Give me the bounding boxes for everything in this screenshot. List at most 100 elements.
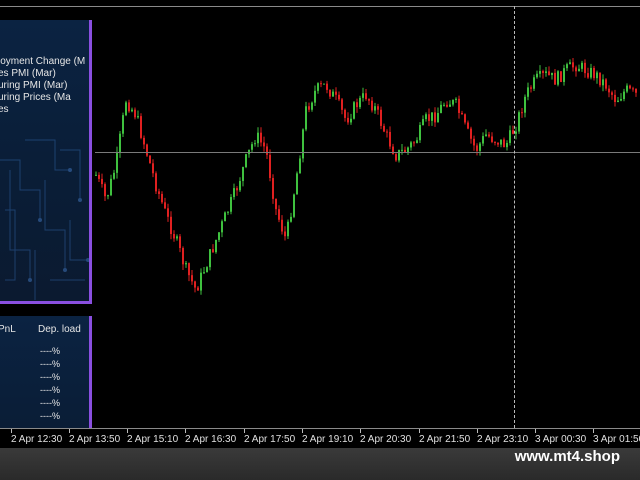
candle-body [572, 62, 574, 68]
candle-body [329, 89, 331, 97]
candle-body [362, 93, 364, 98]
candle-body [323, 83, 325, 85]
time-tick-label: 2 Apr 21:50 [419, 434, 471, 445]
candle-body [527, 87, 529, 97]
candle-body [581, 62, 583, 69]
time-tick [11, 429, 12, 433]
candle-body [623, 91, 625, 100]
candle-body [122, 115, 124, 134]
candle-body [203, 272, 205, 274]
candle-body [374, 106, 376, 111]
candle-body [290, 216, 292, 222]
candle-body [497, 142, 499, 145]
news-item[interactable]: es [0, 104, 9, 115]
candle-body [197, 287, 199, 291]
pnl-panel[interactable]: PnL Dep. load ----% ----% ----% ----% --… [0, 316, 92, 428]
time-tick-label: 3 Apr 00:30 [535, 434, 587, 445]
candle-body [452, 99, 454, 105]
candle-body [368, 99, 370, 101]
candle-body [278, 209, 280, 220]
candle-body [299, 158, 301, 174]
time-tick-label: 2 Apr 23:10 [477, 434, 529, 445]
crosshair-horizontal-line [95, 152, 640, 153]
candle-body [287, 221, 289, 237]
time-tick [535, 429, 536, 433]
candle-body [167, 208, 169, 217]
candle-body [377, 106, 379, 110]
candle-body [602, 79, 604, 86]
candle-body [326, 83, 328, 90]
candle-body [428, 114, 430, 121]
candle-body [506, 142, 508, 148]
candle-body [317, 83, 319, 91]
candle-body [320, 83, 322, 85]
candle-body [635, 88, 637, 93]
candle-body [566, 64, 568, 69]
candle-body [431, 112, 433, 121]
candle-body [341, 99, 343, 110]
candle-body [554, 72, 556, 85]
candle-body [536, 73, 538, 78]
candle-body [380, 109, 382, 126]
candle-body [140, 116, 142, 138]
candle-body [410, 142, 412, 148]
candle-body [143, 137, 145, 145]
candle-body [617, 100, 619, 103]
candle-body [449, 104, 451, 107]
candle-body [257, 132, 259, 144]
candle-body [611, 92, 613, 95]
candle-body [413, 142, 415, 144]
candle-body [434, 112, 436, 123]
candle-body [485, 134, 487, 137]
candle-body [524, 96, 526, 113]
pnl-column-header: PnL [0, 324, 16, 335]
candle-body [476, 145, 478, 151]
candle-body [194, 281, 196, 288]
candle-body [395, 154, 397, 161]
news-panel[interactable]: loyment Change (M es PMI (Mar) uring PMI… [0, 20, 92, 304]
candle-body [386, 131, 388, 133]
candle-body [545, 71, 547, 73]
candle-body [209, 249, 211, 268]
candle-body [305, 106, 307, 130]
candle-body [125, 102, 127, 116]
candle-body [353, 102, 355, 119]
candle-body [260, 132, 262, 143]
candle-body [593, 67, 595, 79]
candle-body [218, 232, 220, 240]
news-item[interactable]: loyment Change (M [0, 56, 85, 67]
candle-body [182, 248, 184, 265]
candle-body [239, 181, 241, 191]
dep-load-value: ----% [40, 385, 60, 395]
candle-body [461, 112, 463, 115]
candle-body [185, 263, 187, 265]
candle-body [188, 263, 190, 276]
time-tick [419, 429, 420, 433]
candle-body [371, 100, 373, 111]
candle-body [596, 72, 598, 79]
candle-body [254, 143, 256, 145]
price-chart[interactable]: loyment Change (M es PMI (Mar) uring PMI… [0, 0, 640, 428]
news-item[interactable]: uring Prices (Ma [0, 92, 71, 103]
candle-body [560, 71, 562, 82]
candle-body [614, 94, 616, 103]
news-item[interactable]: uring PMI (Mar) [0, 80, 67, 91]
candlestick-series [95, 58, 637, 295]
crosshair-vertical-line [514, 6, 515, 428]
candle-body [308, 106, 310, 110]
time-tick [302, 429, 303, 433]
candle-body [206, 267, 208, 273]
time-tick [185, 429, 186, 433]
candle-body [569, 62, 571, 65]
candle-body [158, 191, 160, 194]
candle-body [578, 68, 580, 72]
candle-body [401, 149, 403, 151]
news-item[interactable]: es PMI (Mar) [0, 68, 56, 79]
candle-body [518, 112, 520, 132]
candle-body [338, 94, 340, 100]
candle-body [263, 142, 265, 147]
candle-body [482, 136, 484, 144]
candle-body [551, 72, 553, 76]
dep-load-value: ----% [40, 372, 60, 382]
candle-body [200, 272, 202, 291]
